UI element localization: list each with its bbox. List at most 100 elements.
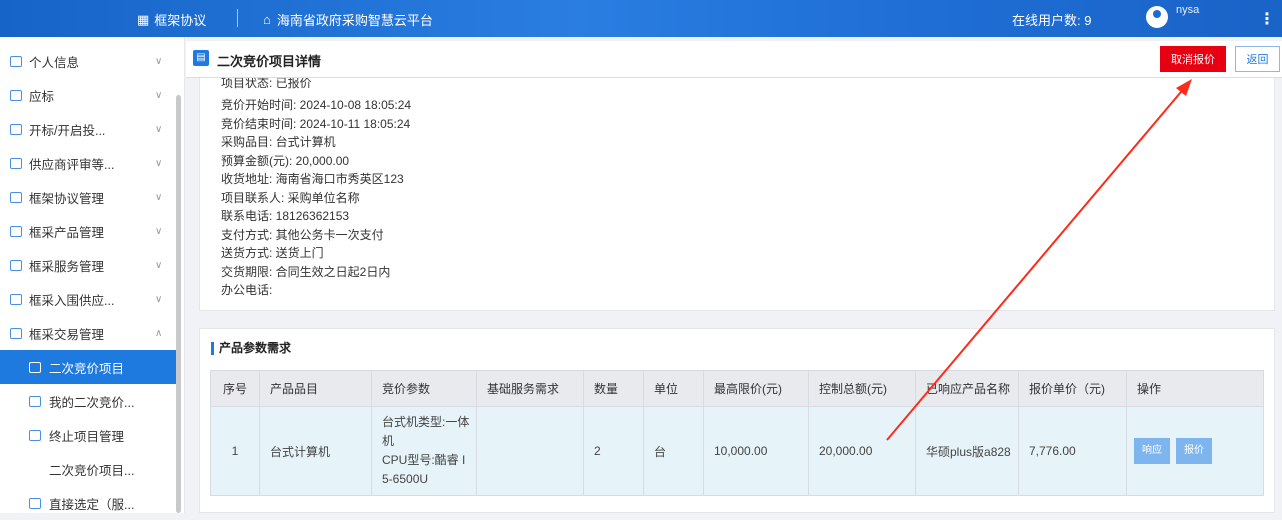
username[interactable]: nysa: [1176, 4, 1199, 16]
sidebar-item-products[interactable]: 框采产品管理 ∨: [0, 214, 172, 248]
spec-line: 5-6500U: [382, 472, 429, 486]
sidebar-item-suppliers[interactable]: 框采入围供应... ∨: [0, 282, 172, 316]
chevron-down-icon: ∨: [155, 191, 163, 203]
col-header: 单位: [643, 370, 704, 407]
auction-icon: [29, 361, 41, 373]
chevron-up-icon: ∧: [155, 327, 163, 339]
document-icon: ▤: [193, 50, 209, 66]
cell-unit: 台: [643, 406, 704, 496]
page-title: 二次竞价项目详情: [217, 54, 322, 69]
nav-site-label: 海南省政府采购智慧云平台: [276, 13, 433, 28]
sidebar-item-review[interactable]: 供应商评审等... ∨: [0, 146, 172, 180]
quote-button[interactable]: 报价: [1176, 438, 1212, 464]
my-bid-icon: [29, 395, 41, 407]
review-icon: [10, 157, 22, 169]
cell-index: 1: [210, 406, 260, 496]
sidebar-item-agreement[interactable]: 框架协议管理 ∨: [0, 180, 172, 214]
sidebar-item-profile[interactable]: 个人信息 ∨: [0, 44, 172, 78]
project-info-panel: 项目状态: 已报价 竞价开始时间: 2024-10-08 18:05:24 竞价…: [199, 78, 1275, 311]
chevron-down-icon: ∨: [155, 225, 163, 237]
col-header: 基础服务需求: [476, 370, 584, 407]
nav-site-home[interactable]: ⌂ 海南省政府采购智慧云平台: [263, 10, 433, 29]
more-vertical-icon[interactable]: ⋮: [1259, 9, 1275, 29]
service-icon: [10, 259, 22, 271]
sidebar-item-label: 框采服务管理: [29, 259, 105, 274]
table-row: 1 台式计算机 台式机类型:一体 机 CPU型号:酷睿 I 5-6500U 2 …: [210, 406, 1264, 496]
budget: 预算金额(元): 20,000.00: [221, 153, 350, 168]
contract-icon: [10, 191, 22, 203]
sidebar-scrollbar[interactable]: [176, 95, 181, 513]
sidebar-item-services[interactable]: 框采服务管理 ∨: [0, 248, 172, 282]
chevron-down-icon: ∨: [155, 89, 163, 101]
chevron-down-icon: ∨: [155, 259, 163, 271]
col-header: 最高限价(元): [703, 370, 809, 407]
open-bid-icon: [10, 123, 22, 135]
sidebar-item-label: 终止项目管理: [49, 429, 125, 444]
respond-button[interactable]: 响应: [1134, 438, 1170, 464]
cell-actions: 响应 报价: [1126, 406, 1264, 496]
top-header: ▦ 框架协议 ⌂ 海南省政府采购智慧云平台 在线用户数: 9 nysa ⋮: [0, 0, 1282, 37]
requirements-table: 序号 产品品目 竞价参数 基础服务需求 数量 单位 最高限价(元) 控制总额(元…: [210, 370, 1264, 496]
chevron-down-icon: ∨: [155, 123, 163, 135]
cell-quantity: 2: [583, 406, 644, 496]
trade-icon: [10, 327, 22, 339]
table-header-row: 序号 产品品目 竞价参数 基础服务需求 数量 单位 最高限价(元) 控制总额(元…: [210, 370, 1264, 407]
sidebar-item-label: 我的二次竞价...: [49, 395, 135, 410]
cell-unit-price: 7,776.00: [1018, 406, 1127, 496]
cancel-quote-button[interactable]: 取消报价: [1160, 46, 1226, 72]
col-header: 序号: [210, 370, 260, 407]
phone: 联系电话: 18126362153: [221, 209, 350, 223]
header-divider: [237, 9, 238, 27]
cell-total: 20,000.00: [808, 406, 916, 496]
online-users: 在线用户数: 9: [1012, 13, 1092, 28]
section-title: 产品参数需求: [211, 342, 291, 355]
category: 采购品目: 台式计算机: [221, 135, 336, 149]
back-button[interactable]: 返回: [1235, 46, 1280, 72]
sidebar-item-trade[interactable]: 框采交易管理 ∧: [0, 316, 172, 350]
home-icon: ⌂: [263, 12, 271, 27]
deadline: 交货期限: 合同生效之日起2日内: [221, 264, 391, 279]
cell-service: [476, 406, 584, 496]
cell-category: 台式计算机: [259, 406, 372, 496]
requirements-panel: 产品参数需求 序号 产品品目 竞价参数 基础服务需求 数量 单位 最高限价(元)…: [199, 328, 1275, 513]
user-card-icon: [10, 55, 22, 67]
col-header: 数量: [583, 370, 644, 407]
col-header: 已响应产品名称: [915, 370, 1019, 407]
sidebar-subitem-terminate[interactable]: 终止项目管理: [0, 418, 172, 452]
page-title-bar: ▤ 二次竞价项目详情 取消报价 返回: [186, 41, 1282, 78]
address: 收货地址: 海南省海口市秀英区123: [221, 172, 404, 186]
project-status: 项目状态: 已报价: [221, 78, 312, 90]
sidebar-item-label: 个人信息: [29, 55, 80, 70]
chevron-down-icon: ∨: [155, 55, 163, 67]
contact: 项目联系人: 采购单位名称: [221, 190, 360, 205]
nav-framework[interactable]: ▦ 框架协议: [137, 10, 206, 29]
delivery: 送货方式: 送货上门: [221, 246, 324, 260]
sidebar-item-label: 框架协议管理: [29, 191, 105, 206]
sidebar-item-label: 框采产品管理: [29, 225, 105, 240]
sidebar-subitem-auction-2[interactable]: 二次竞价项目...: [0, 452, 172, 486]
payment: 支付方式: 其他公务卡一次支付: [221, 227, 384, 242]
sidebar-item-label: 应标: [29, 89, 55, 104]
start-time: 竞价开始时间: 2024-10-08 18:05:24: [221, 98, 412, 112]
col-header: 竞价参数: [371, 370, 477, 407]
cell-max-price: 10,000.00: [703, 406, 809, 496]
sidebar-subitem-my-auction[interactable]: 我的二次竞价...: [0, 384, 172, 418]
select-icon: [29, 497, 41, 509]
sidebar-subitem-direct-select[interactable]: 直接选定（服...: [0, 486, 172, 520]
spec-line: 机: [382, 434, 395, 448]
sidebar-item-open-bid[interactable]: 开标/开启投... ∨: [0, 112, 172, 146]
chevron-down-icon: ∨: [155, 157, 163, 169]
sidebar-subitem-auction[interactable]: 二次竞价项目: [0, 350, 176, 384]
sidebar-item-bid[interactable]: 应标 ∨: [0, 78, 172, 112]
supplier-icon: [10, 293, 22, 305]
avatar-icon[interactable]: [1146, 6, 1168, 28]
sidebar-item-label: 开标/开启投...: [29, 123, 106, 138]
col-header: 操作: [1126, 370, 1264, 407]
cell-product-name: 华硕plus版a828: [915, 406, 1019, 496]
cell-spec: 台式机类型:一体 机 CPU型号:酷睿 I 5-6500U: [371, 406, 477, 496]
col-header: 报价单价（元): [1018, 370, 1127, 407]
chevron-down-icon: ∨: [155, 293, 163, 305]
bid-icon: [10, 89, 22, 101]
sidebar-item-label: 二次竞价项目...: [49, 463, 135, 478]
end-time: 竞价结束时间: 2024-10-11 18:05:24: [221, 116, 411, 131]
